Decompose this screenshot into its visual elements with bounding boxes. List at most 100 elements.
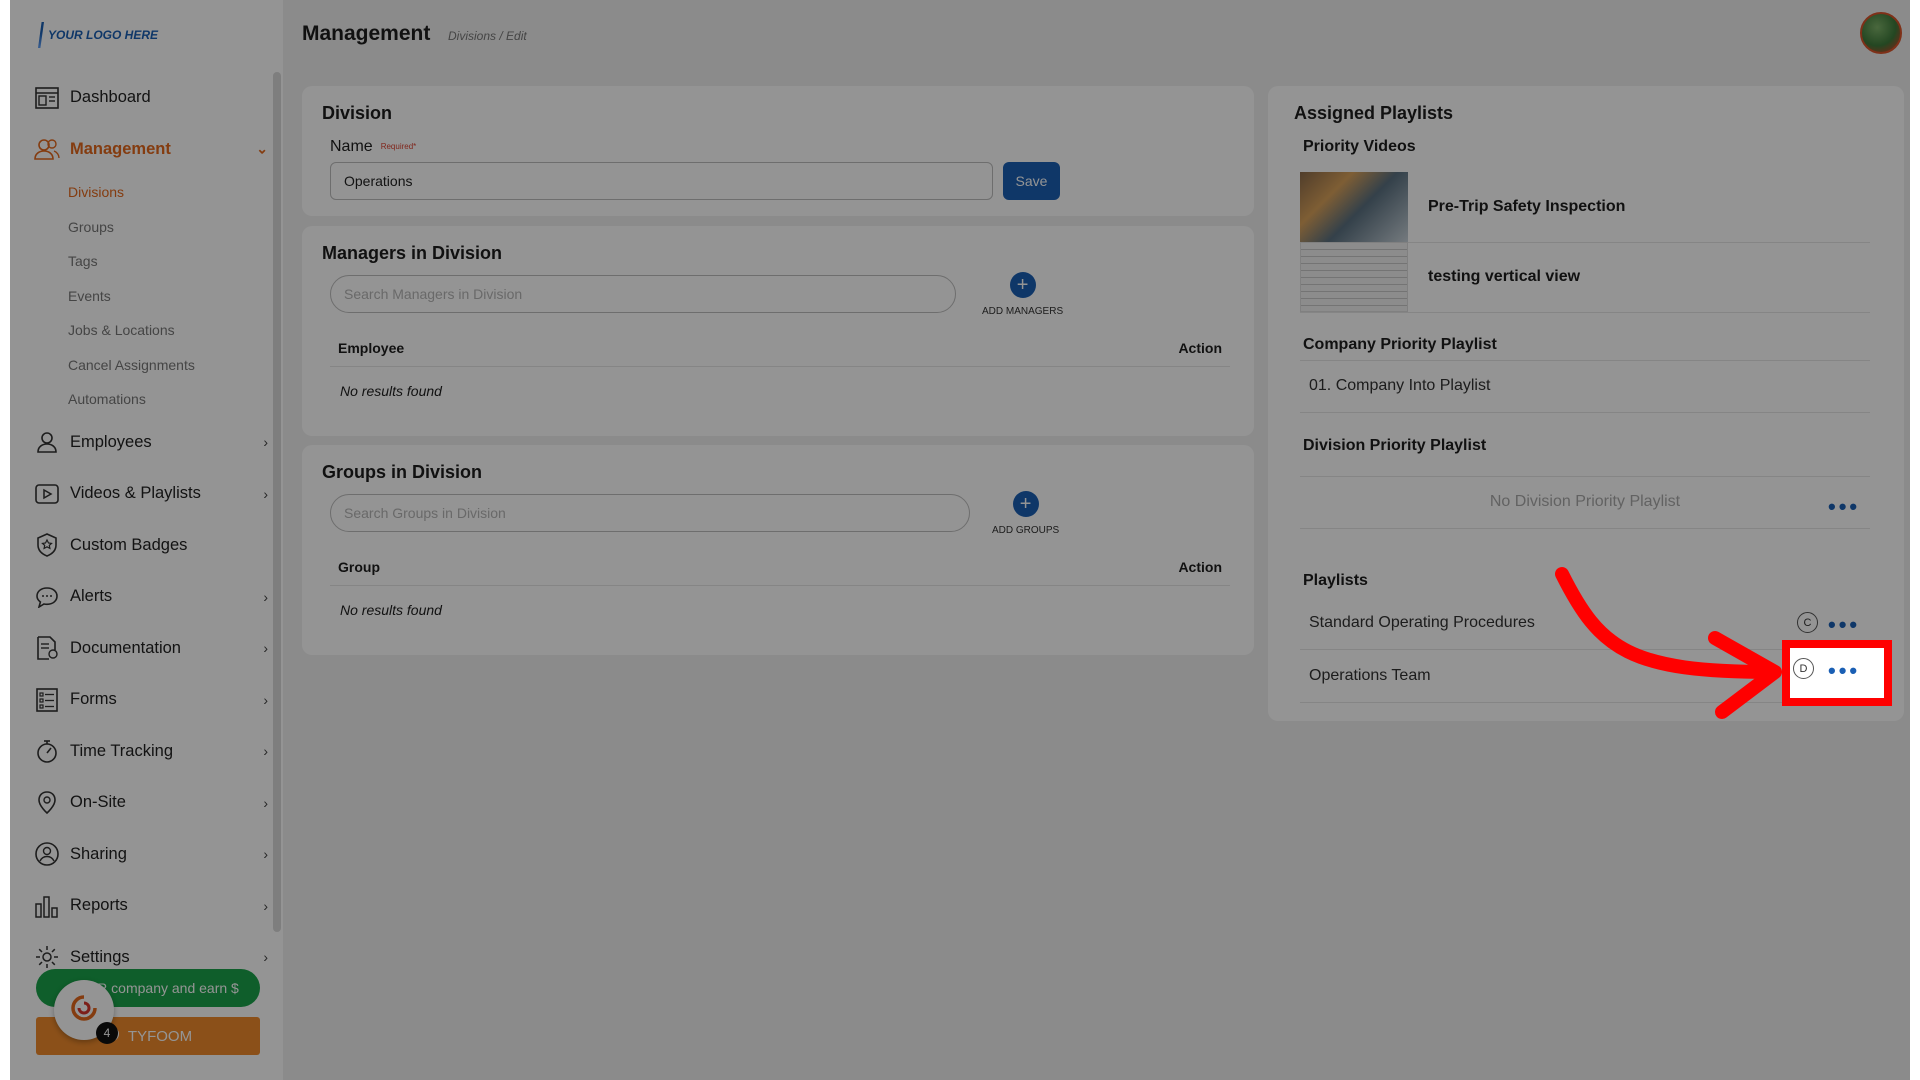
sidebar-subitem-cancel-assignments[interactable]: Cancel Assignments — [68, 348, 274, 383]
sidebar-subitem-tags[interactable]: Tags — [68, 244, 274, 279]
save-button[interactable]: Save — [1003, 162, 1060, 200]
logo-text: YOUR LOGO HERE — [48, 28, 159, 42]
chevron-right-icon: › — [263, 897, 268, 914]
search-groups-input[interactable]: Search Groups in Division — [330, 494, 970, 532]
divider — [1300, 476, 1870, 477]
empty-state: No results found — [340, 383, 442, 399]
chevron-right-icon: › — [263, 640, 268, 657]
division-badge-icon: D — [1793, 658, 1814, 679]
add-groups-button[interactable]: + ADD GROUPS — [992, 491, 1059, 536]
divider — [1300, 312, 1870, 313]
chevron-right-icon: › — [263, 691, 268, 708]
assigned-playlists-card: Assigned Playlists Priority Videos Pre-T… — [1268, 86, 1904, 721]
plus-icon: + — [1009, 272, 1036, 298]
more-options-icon[interactable]: ••• — [1828, 614, 1860, 636]
divider — [330, 366, 1230, 367]
name-label: Name Required* — [330, 138, 416, 156]
division-priority-title: Division Priority Playlist — [1303, 437, 1487, 454]
divider — [1300, 412, 1870, 413]
sidebar-item-employees[interactable]: Employees › — [34, 417, 274, 469]
sidebar-item-label: Reports — [70, 896, 128, 915]
sidebar-item-sharing[interactable]: Sharing › — [34, 829, 274, 881]
required-marker: Required* — [380, 142, 417, 152]
sidebar-item-alerts[interactable]: Alerts › — [34, 571, 274, 623]
list-icon — [34, 687, 60, 712]
video-item[interactable]: testing vertical view — [1300, 242, 1870, 312]
empty-state: No results found — [340, 602, 442, 618]
assigned-playlists-title: Assigned Playlists — [1294, 103, 1454, 123]
column-header-employee: Employee — [338, 340, 405, 356]
playlist-name: Operations Team — [1309, 667, 1431, 684]
name-label-text: Name — [330, 138, 373, 155]
sidebar: YOUR LOGO HERE Dashboard Management ⌄ Di… — [10, 0, 283, 1080]
sidebar-item-on-site[interactable]: On-Site › — [34, 777, 274, 829]
chevron-right-icon: › — [263, 588, 268, 605]
divider — [330, 585, 1230, 586]
document-icon — [34, 636, 60, 661]
division-priority-empty: No Division Priority Playlist — [1489, 493, 1681, 510]
playlist-name: Standard Operating Procedures — [1309, 614, 1535, 631]
company-playlist-item[interactable]: 01. Company Into Playlist — [1300, 360, 1870, 412]
sidebar-item-custom-badges[interactable]: Custom Badges — [34, 520, 274, 572]
company-badge-icon: C — [1797, 612, 1818, 633]
help-chat-bubble[interactable]: 4 — [54, 980, 118, 1044]
badge-icon — [34, 533, 60, 558]
sidebar-subitem-automations[interactable]: Automations — [68, 382, 274, 417]
sidebar-subitem-groups[interactable]: Groups — [68, 210, 274, 245]
share-icon — [34, 842, 60, 867]
stopwatch-icon — [34, 739, 60, 764]
tyfoom-logo-icon — [70, 994, 98, 1027]
managers-card: Managers in Division Search Managers in … — [302, 226, 1254, 436]
division-name-input[interactable]: Operations — [330, 162, 993, 200]
division-card: Division Name Required* Operations Save — [302, 86, 1254, 216]
sidebar-item-label: Sharing — [70, 844, 127, 863]
chevron-right-icon: › — [263, 485, 268, 502]
logo[interactable]: YOUR LOGO HERE — [38, 22, 158, 48]
refer-label: R company and earn $ — [97, 980, 239, 996]
tyfoom-label: TYFOOM — [127, 1027, 193, 1045]
chevron-down-icon: ⌄ — [256, 140, 268, 157]
priority-videos-title: Priority Videos — [1303, 138, 1416, 155]
dashboard-icon — [34, 86, 60, 110]
sidebar-item-label: Management — [70, 139, 171, 158]
avatar[interactable] — [1860, 12, 1902, 54]
sidebar-item-label: On-Site — [70, 793, 126, 812]
search-managers-placeholder: Search Managers in Division — [344, 286, 523, 302]
sidebar-nav: Dashboard Management ⌄ Divisions Groups … — [34, 72, 274, 983]
sidebar-item-label: Documentation — [70, 638, 181, 657]
logo-mark-icon — [38, 22, 44, 48]
add-groups-label: ADD GROUPS — [992, 525, 1060, 536]
search-managers-input[interactable]: Search Managers in Division — [330, 275, 956, 313]
sidebar-subitem-events[interactable]: Events — [68, 279, 274, 314]
chevron-right-icon: › — [263, 434, 268, 451]
play-icon — [34, 482, 60, 506]
playlists-title: Playlists — [1303, 572, 1368, 589]
sidebar-item-management[interactable]: Management ⌄ — [34, 124, 274, 176]
sidebar-item-documentation[interactable]: Documentation › — [34, 623, 274, 675]
sidebar-item-label: Forms — [70, 690, 117, 709]
breadcrumb[interactable]: Divisions / Edit — [448, 29, 527, 43]
more-options-icon[interactable]: ••• — [1828, 660, 1860, 682]
sidebar-subitem-jobs-locations[interactable]: Jobs & Locations — [68, 313, 274, 348]
sidebar-item-time-tracking[interactable]: Time Tracking › — [34, 726, 274, 778]
division-title: Division — [322, 103, 393, 123]
column-header-action: Action — [1178, 559, 1222, 575]
location-icon — [34, 790, 60, 815]
management-submenu: Divisions Groups Tags Events Jobs & Loca… — [34, 175, 274, 417]
sidebar-item-dashboard[interactable]: Dashboard — [34, 72, 274, 124]
playlist-name: 01. Company Into Playlist — [1309, 377, 1491, 394]
video-item[interactable]: Pre-Trip Safety Inspection — [1300, 172, 1870, 242]
add-managers-button[interactable]: + ADD MANAGERS — [982, 272, 1063, 317]
add-managers-label: ADD MANAGERS — [982, 306, 1064, 317]
sidebar-item-label: Videos & Playlists — [70, 484, 201, 503]
sidebar-scrollbar[interactable] — [273, 72, 281, 932]
sidebar-item-videos-playlists[interactable]: Videos & Playlists › — [34, 468, 274, 520]
sidebar-subitem-divisions[interactable]: Divisions — [68, 175, 274, 210]
sidebar-item-forms[interactable]: Forms › — [34, 674, 274, 726]
person-icon — [34, 430, 60, 454]
notification-count-badge: 4 — [96, 1022, 118, 1044]
more-options-icon[interactable]: ••• — [1828, 496, 1860, 518]
column-header-action: Action — [1178, 340, 1222, 356]
divider — [1300, 528, 1870, 529]
sidebar-item-reports[interactable]: Reports › — [34, 880, 274, 932]
